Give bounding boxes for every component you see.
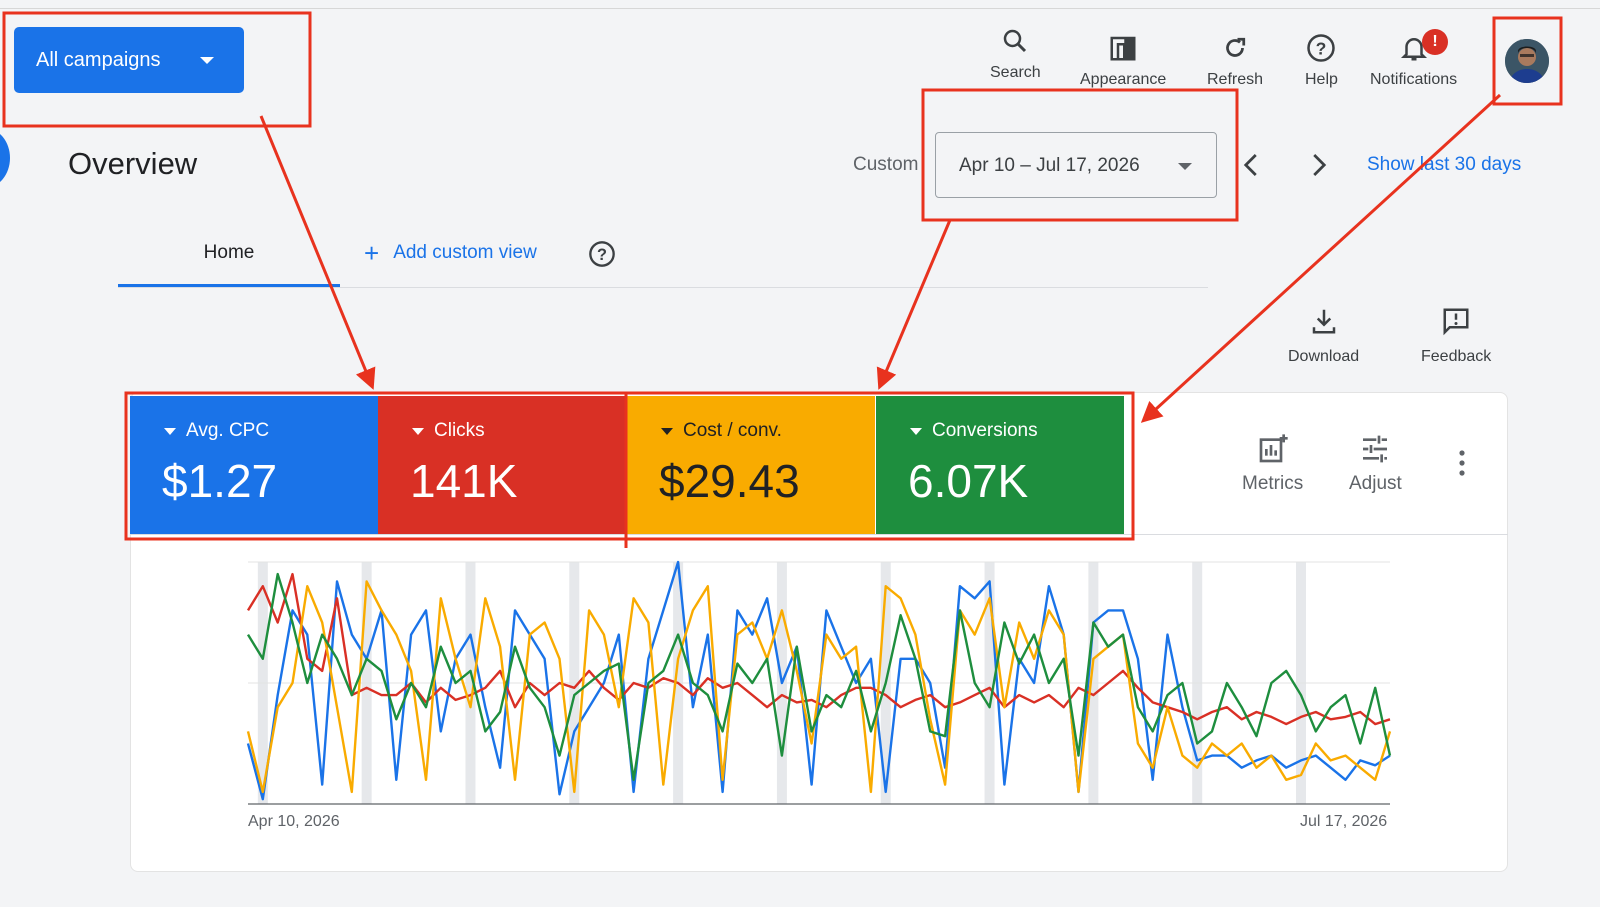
dropdown-triangle-icon (910, 427, 922, 435)
feedback-label: Feedback (1421, 348, 1492, 365)
add-custom-view-button[interactable]: + Add custom view (364, 238, 537, 268)
metric-tile-clicks[interactable]: Clicks 141K (378, 396, 626, 534)
date-range-type-label: Custom (853, 154, 919, 175)
appearance-label: Appearance (1080, 71, 1167, 88)
metric-value: 6.07K (908, 455, 1029, 507)
notification-badge: ! (1422, 29, 1448, 55)
top-divider (0, 8, 1600, 9)
campaign-selector-label: All campaigns (36, 48, 161, 71)
metric-value: $1.27 (162, 455, 278, 507)
series-line-2 (246, 580, 1392, 794)
annotation-arrow-date-range (876, 219, 952, 390)
help-label: Help (1305, 71, 1338, 88)
plus-icon: + (364, 238, 380, 268)
add-chart-icon (1259, 434, 1288, 463)
adjust-label: Adjust (1349, 473, 1402, 494)
metric-label: Conversions (932, 420, 1038, 441)
show-last-30-days-link[interactable]: Show last 30 days (1367, 154, 1521, 176)
performance-line-chart (246, 560, 1392, 805)
search-button[interactable]: Search (990, 26, 1041, 82)
refresh-icon (1226, 37, 1246, 57)
x-axis-start-label: Apr 10, 2026 (248, 813, 340, 830)
search-label: Search (990, 64, 1041, 81)
add-custom-view-label: Add custom view (393, 242, 537, 263)
notifications-button[interactable]: Notifications ! (1370, 29, 1458, 89)
svg-text:?: ? (597, 246, 607, 264)
refresh-button[interactable]: Refresh (1207, 33, 1263, 89)
page-title: Overview (68, 146, 198, 181)
tabs-divider (118, 287, 1208, 288)
svg-text:?: ? (1316, 38, 1327, 58)
metric-value: 141K (410, 455, 518, 507)
metrics-button[interactable]: Metrics (1242, 433, 1303, 495)
download-button[interactable]: Download (1288, 306, 1359, 366)
metric-label: Avg. CPC (186, 420, 270, 441)
download-label: Download (1288, 348, 1360, 365)
caret-down-icon (1178, 163, 1192, 170)
help-icon: ? (1307, 34, 1336, 62)
caret-down-icon (200, 57, 214, 64)
help-circle-icon[interactable]: ? (588, 240, 616, 268)
tab-home[interactable]: Home (118, 242, 340, 264)
notifications-label: Notifications (1370, 71, 1458, 88)
feedback-button[interactable]: Feedback (1421, 306, 1491, 366)
card-header-divider (130, 534, 1508, 535)
chevron-left-icon[interactable] (1237, 150, 1267, 180)
appearance-button[interactable]: Appearance (1080, 33, 1166, 89)
refresh-label: Refresh (1207, 71, 1264, 88)
tune-icon (1363, 435, 1388, 463)
metric-label: Clicks (434, 420, 485, 441)
metrics-label: Metrics (1242, 473, 1304, 494)
side-nav-toggle[interactable] (0, 128, 10, 188)
user-avatar-image (1505, 39, 1549, 83)
metric-value: $29.43 (659, 455, 800, 507)
avatar[interactable] (1505, 39, 1549, 83)
metric-label: Cost / conv. (683, 420, 782, 441)
dropdown-triangle-icon (661, 427, 673, 435)
more-vert-icon[interactable] (1452, 448, 1472, 478)
help-button[interactable]: ? Help (1305, 33, 1338, 89)
campaign-selector-button[interactable]: All campaigns (14, 27, 244, 93)
dropdown-triangle-icon (164, 427, 176, 435)
metric-tile-cost-per-conv[interactable]: Cost / conv. $29.43 (627, 396, 875, 534)
download-icon (1312, 309, 1335, 334)
metric-tile-conversions[interactable]: Conversions 6.07K (876, 396, 1124, 534)
chevron-right-icon[interactable] (1303, 150, 1333, 180)
x-axis-end-label: Jul 17, 2026 (1300, 813, 1388, 830)
adjust-button[interactable]: Adjust (1349, 433, 1402, 495)
feedback-icon (1443, 308, 1469, 336)
dropdown-triangle-icon (412, 427, 424, 435)
appearance-icon (1110, 36, 1136, 61)
search-icon (1004, 29, 1027, 53)
metric-tile-avg-cpc[interactable]: Avg. CPC $1.27 (130, 396, 378, 534)
date-range-value: Apr 10 – Jul 17, 2026 (959, 155, 1140, 176)
date-range-picker[interactable]: Apr 10 – Jul 17, 2026 (935, 132, 1217, 198)
